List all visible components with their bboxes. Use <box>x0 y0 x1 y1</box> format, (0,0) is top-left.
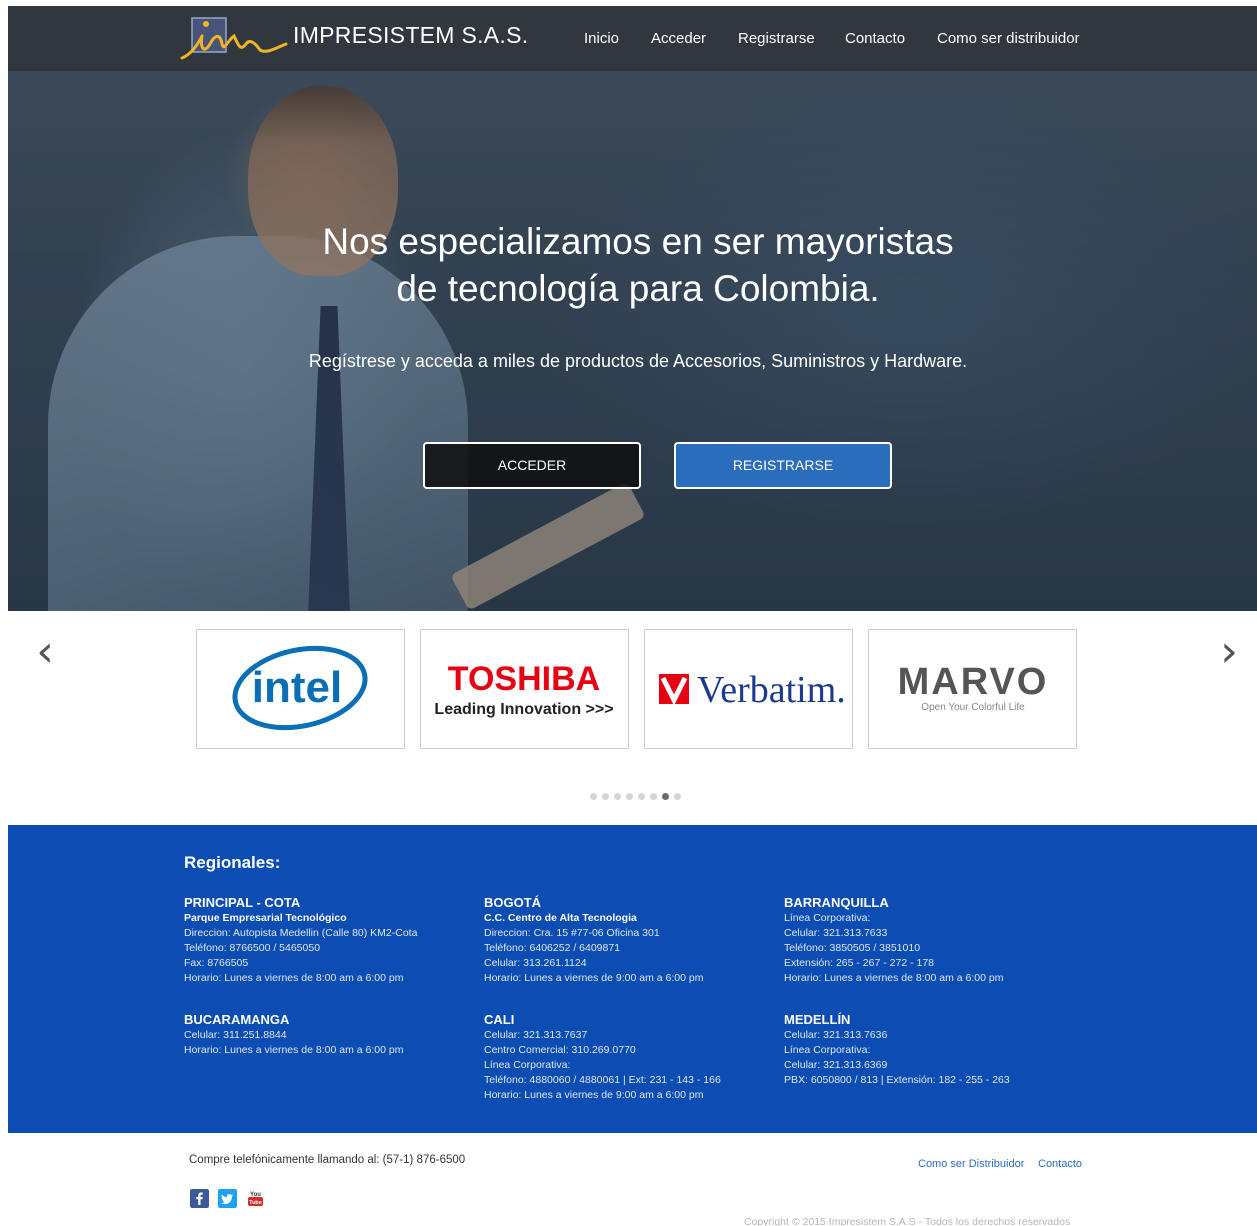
office-line: Teléfono: 8766500 / 5465050 <box>184 942 321 954</box>
facebook-icon[interactable] <box>190 1189 209 1208</box>
office-name: MEDELLÍN <box>784 1012 851 1027</box>
footer-phone: Compre telefónicamente llamando al: (57-… <box>189 1154 466 1166</box>
intel-logo-text: intel <box>252 663 342 712</box>
office-line: Celular: 321.313.7637 <box>484 1029 588 1041</box>
carousel-dot[interactable] <box>674 793 681 800</box>
office-line: Teléfono: 4880060 / 4880061 | Ext: 231 -… <box>484 1074 721 1086</box>
regionales-title: Regionales: <box>184 853 281 872</box>
office-line: Centro Comercial: 310.269.0770 <box>484 1044 636 1056</box>
regionales-section: Regionales: PRINCIPAL - COTA Parque Empr… <box>8 825 1257 1133</box>
brand-name[interactable]: IMPRESISTEM S.A.S. <box>293 22 528 49</box>
office-line: Teléfono: 3850505 / 3851010 <box>784 942 921 954</box>
top-navbar: IMPRESISTEM S.A.S. Inicio Acceder Regist… <box>8 6 1257 71</box>
office-principal-cota: PRINCIPAL - COTA Parque Empresarial Tecn… <box>184 895 474 986</box>
acceder-button[interactable]: ACCEDER <box>423 442 641 489</box>
svg-text:You: You <box>250 1192 261 1198</box>
verbatim-logo-icon: Verbatim. <box>659 669 846 711</box>
office-line: Horario: Lunes a viernes de 8:00 am a 6:… <box>184 1044 404 1056</box>
office-line: Horario: Lunes a viernes de 8:00 am a 6:… <box>184 972 404 984</box>
carousel-dot[interactable] <box>638 793 645 800</box>
verbatim-logo-text: Verbatim. <box>697 669 846 711</box>
youtube-icon[interactable]: You Tube <box>246 1189 265 1208</box>
office-line: PBX: 6050800 / 813 | Extensión: 182 - 25… <box>784 1074 1010 1086</box>
carousel-dot-active[interactable] <box>662 793 669 800</box>
office-bogota: BOGOTÁ C.C. Centro de Alta Tecnologia Di… <box>484 895 774 986</box>
office-line: Horario: Lunes a viernes de 9:00 am a 6:… <box>484 972 704 984</box>
office-line: Celular: 311.251.8844 <box>184 1029 287 1041</box>
carousel-dot[interactable] <box>614 793 621 800</box>
office-line: Parque Empresarial Tecnológico <box>184 912 347 924</box>
office-line: Celular: 321.313.7636 <box>784 1029 888 1041</box>
logo-icon[interactable] <box>180 14 288 62</box>
office-line: Fax: 8766505 <box>184 957 249 969</box>
carousel-prev-icon[interactable]: ‹ <box>30 630 60 674</box>
registrarse-button[interactable]: REGISTRARSE <box>674 442 892 489</box>
office-name: CALI <box>484 1012 515 1027</box>
office-line: Horario: Lunes a viernes de 9:00 am a 6:… <box>484 1089 704 1101</box>
hero-subtitle: Regístrese y acceda a miles de productos… <box>308 351 968 371</box>
svg-text:Tube: Tube <box>249 1200 262 1206</box>
nav-registrarse[interactable]: Registrarse <box>738 30 815 47</box>
carousel-dot[interactable] <box>650 793 657 800</box>
footer-link-contacto[interactable]: Contacto <box>1038 1158 1082 1170</box>
office-line: C.C. Centro de Alta Tecnologia <box>484 912 637 924</box>
nav-inicio[interactable]: Inicio <box>584 30 619 47</box>
office-bucaramanga: BUCARAMANGA Celular: 311.251.8844 Horari… <box>184 1012 474 1058</box>
office-line: Línea Corporativa: <box>784 1044 871 1056</box>
office-line: Celular: 321.313.6369 <box>784 1059 888 1071</box>
page: IMPRESISTEM S.A.S. Inicio Acceder Regist… <box>8 6 1257 1226</box>
office-line: Celular: 321.313.7633 <box>784 927 888 939</box>
office-line: Línea Corporativa: <box>784 912 871 924</box>
office-name: BARRANQUILLA <box>784 895 889 910</box>
nav-contacto[interactable]: Contacto <box>845 30 905 47</box>
hero-banner: IMPRESISTEM S.A.S. Inicio Acceder Regist… <box>8 6 1257 611</box>
office-line: Teléfono: 6406252 / 6409871 <box>484 942 621 954</box>
copyright: Copyright © 2015 Impresistem S.A.S - Tod… <box>744 1216 1071 1226</box>
office-barranquilla: BARRANQUILLA Línea Corporativa: Celular:… <box>784 895 1074 986</box>
brand-card-toshiba[interactable]: TOSHIBA Leading Innovation >>> <box>420 629 629 749</box>
office-name: BOGOTÁ <box>484 895 542 910</box>
carousel-dot[interactable] <box>602 793 609 800</box>
toshiba-logo-text: TOSHIBA <box>448 660 600 698</box>
carousel-next-icon[interactable]: › <box>1214 630 1244 674</box>
office-name: BUCARAMANGA <box>184 1012 290 1027</box>
office-line: Direccion: Autopista Medellin (Calle 80)… <box>184 927 418 939</box>
office-line: Direccion: Cra. 15 #77-06 Oficina 301 <box>484 927 660 939</box>
hero-title: Nos especializamos en ser mayoristas de … <box>208 218 1068 312</box>
footer-link-distribuidor[interactable]: Como ser Distribuidor <box>918 1158 1024 1170</box>
marvo-logo-icon: MARVO Open Your Colorful Life <box>898 661 1049 713</box>
hero-title-line-2: de tecnología para Colombia. <box>396 268 880 309</box>
office-name: PRINCIPAL - COTA <box>184 895 301 910</box>
carousel-dot[interactable] <box>626 793 633 800</box>
twitter-icon[interactable] <box>218 1189 237 1208</box>
office-line: Celular: 313.261.1124 <box>484 957 587 969</box>
brand-card-verbatim[interactable]: Verbatim. <box>644 629 853 749</box>
marvo-tagline: Open Your Colorful Life <box>921 702 1025 713</box>
office-line: Línea Corporativa: <box>484 1059 571 1071</box>
hero-title-line-1: Nos especializamos en ser mayoristas <box>322 221 954 262</box>
office-medellin: MEDELLÍN Celular: 321.313.7636 Línea Cor… <box>784 1012 1074 1088</box>
office-cali: CALI Celular: 321.313.7637 Centro Comerc… <box>484 1012 774 1103</box>
brand-card-intel[interactable]: intel <box>196 629 405 749</box>
toshiba-tagline: Leading Innovation >>> <box>434 701 613 718</box>
toshiba-logo-icon: TOSHIBA Leading Innovation >>> <box>434 660 613 718</box>
marvo-logo-text: MARVO <box>898 661 1049 703</box>
carousel-dot[interactable] <box>590 793 597 800</box>
intel-logo-icon: intel <box>232 645 368 731</box>
brand-card-marvo[interactable]: MARVO Open Your Colorful Life <box>868 629 1077 749</box>
office-line: Extensión: 265 - 267 - 272 - 178 <box>784 957 935 969</box>
nav-acceder[interactable]: Acceder <box>651 30 706 47</box>
nav-como-ser-distribuidor[interactable]: Como ser distribuidor <box>937 30 1080 47</box>
office-line: Horario: Lunes a viernes de 8:00 am a 6:… <box>784 972 1004 984</box>
